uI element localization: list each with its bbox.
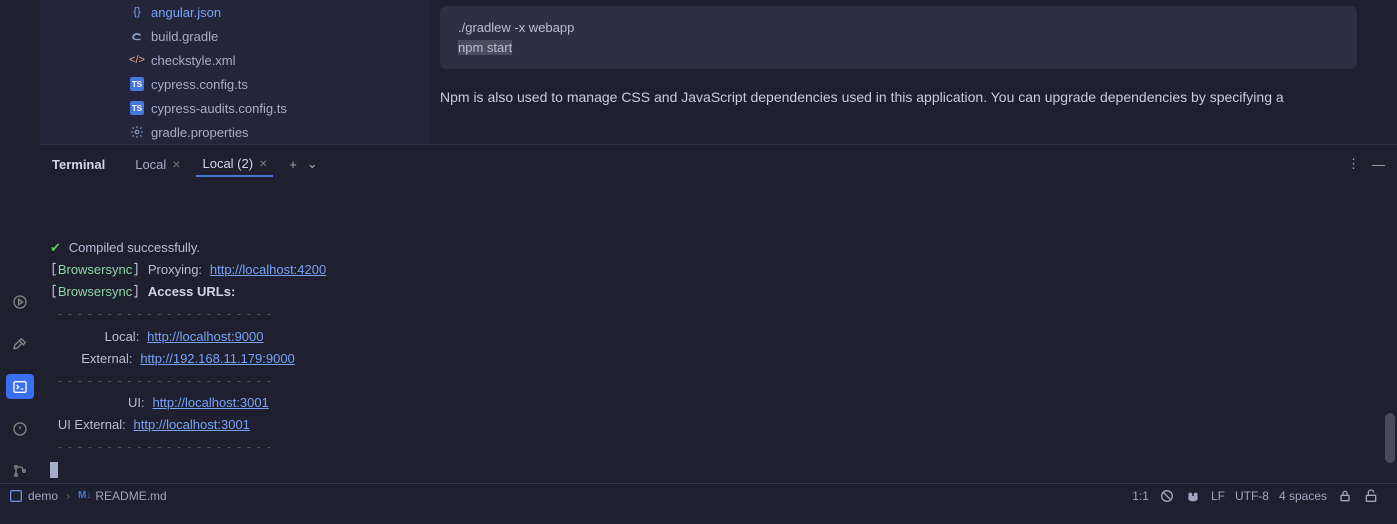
file-name: checkstyle.xml xyxy=(151,53,236,68)
project-icon xyxy=(8,488,24,504)
file-build-gradle[interactable]: build.gradle xyxy=(130,24,430,48)
terminal-title: Terminal xyxy=(52,157,105,172)
add-terminal-button[interactable]: + xyxy=(289,157,297,172)
close-icon[interactable]: × xyxy=(172,156,180,172)
hammer-icon[interactable] xyxy=(6,332,34,356)
file-cypress-config[interactable]: TS cypress.config.ts xyxy=(130,72,430,96)
git-icon[interactable] xyxy=(6,459,34,483)
compiled-msg: Compiled successfully. xyxy=(69,240,200,255)
code-block: ./gradlew -x webapp npm start xyxy=(440,6,1357,69)
scrollbar[interactable] xyxy=(1385,413,1395,463)
ts-icon: TS xyxy=(130,101,144,115)
terminal-tabs: Terminal Local × Local (2) × + ⌄ ⋮ — xyxy=(40,145,1397,183)
xml-icon: </> xyxy=(130,53,144,67)
gradle-icon xyxy=(130,29,144,43)
terminal-tab-local[interactable]: Local × xyxy=(129,156,186,172)
local-label: Local: xyxy=(105,329,140,344)
divider: - - - - - - - - - - - - - - - - - - - - … xyxy=(58,373,272,388)
file-name: build.gradle xyxy=(151,29,218,44)
access-urls-label: Access URLs: xyxy=(148,284,235,299)
terminal-panel: Terminal Local × Local (2) × + ⌄ ⋮ — ✔ Com… xyxy=(40,144,1397,524)
terminal-icon[interactable] xyxy=(6,374,34,398)
divider: - - - - - - - - - - - - - - - - - - - - … xyxy=(58,306,272,321)
browsersync-label: Browsersync xyxy=(58,262,132,277)
editor-preview: ./gradlew -x webapp npm start Npm is als… xyxy=(430,0,1397,144)
chevron-down-icon[interactable]: ⌄ xyxy=(307,156,318,172)
file-name: angular.json xyxy=(151,5,221,20)
minimize-icon[interactable]: — xyxy=(1372,157,1385,172)
local-url[interactable]: http://localhost:9000 xyxy=(147,329,263,344)
play-icon[interactable] xyxy=(6,290,34,314)
terminal-cursor xyxy=(50,462,58,478)
prose-text: Npm is also used to manage CSS and JavaS… xyxy=(440,87,1357,108)
code-line: ./gradlew -x webapp xyxy=(458,18,1339,38)
more-icon[interactable]: ⋮ xyxy=(1347,156,1360,172)
file-name: gradle.properties xyxy=(151,125,249,140)
divider: - - - - - - - - - - - - - - - - - - - - … xyxy=(58,439,272,454)
proxy-label: Proxying: xyxy=(148,262,202,277)
check-icon: ✔ xyxy=(50,240,61,255)
external-label: External: xyxy=(81,351,132,366)
proxy-url[interactable]: http://localhost:4200 xyxy=(210,262,326,277)
ts-icon: TS xyxy=(130,77,144,91)
external-url[interactable]: http://192.168.11.179:9000 xyxy=(140,351,294,366)
tab-label: Local xyxy=(135,157,166,172)
ui-label: UI: xyxy=(128,395,145,410)
file-angular-json[interactable]: {} angular.json xyxy=(130,0,430,24)
json-icon: {} xyxy=(130,5,144,19)
activity-bar xyxy=(0,0,40,483)
tab-label: Local (2) xyxy=(202,156,253,171)
code-line-highlighted: npm start xyxy=(458,40,512,55)
problems-icon[interactable] xyxy=(6,417,34,441)
file-tree: {} angular.json build.gradle </> checkstyl… xyxy=(40,0,430,144)
ui-ext-url[interactable]: http://localhost:3001 xyxy=(134,417,250,432)
browsersync-label: Browsersync xyxy=(58,284,132,299)
file-gradle-properties[interactable]: gradle.properties xyxy=(130,120,430,144)
close-icon[interactable]: × xyxy=(259,155,267,171)
file-name: cypress-audits.config.ts xyxy=(151,101,287,116)
file-cypress-audits-config[interactable]: TS cypress-audits.config.ts xyxy=(130,96,430,120)
terminal-output[interactable]: ✔ Compiled successfully. [Browsersync] P… xyxy=(40,183,1397,524)
ui-ext-label: UI External: xyxy=(58,417,126,432)
terminal-tab-local-2[interactable]: Local (2) × xyxy=(196,155,273,177)
file-name: cypress.config.ts xyxy=(151,77,248,92)
gear-icon xyxy=(130,125,144,139)
file-checkstyle-xml[interactable]: </> checkstyle.xml xyxy=(130,48,430,72)
ui-url[interactable]: http://localhost:3001 xyxy=(152,395,268,410)
